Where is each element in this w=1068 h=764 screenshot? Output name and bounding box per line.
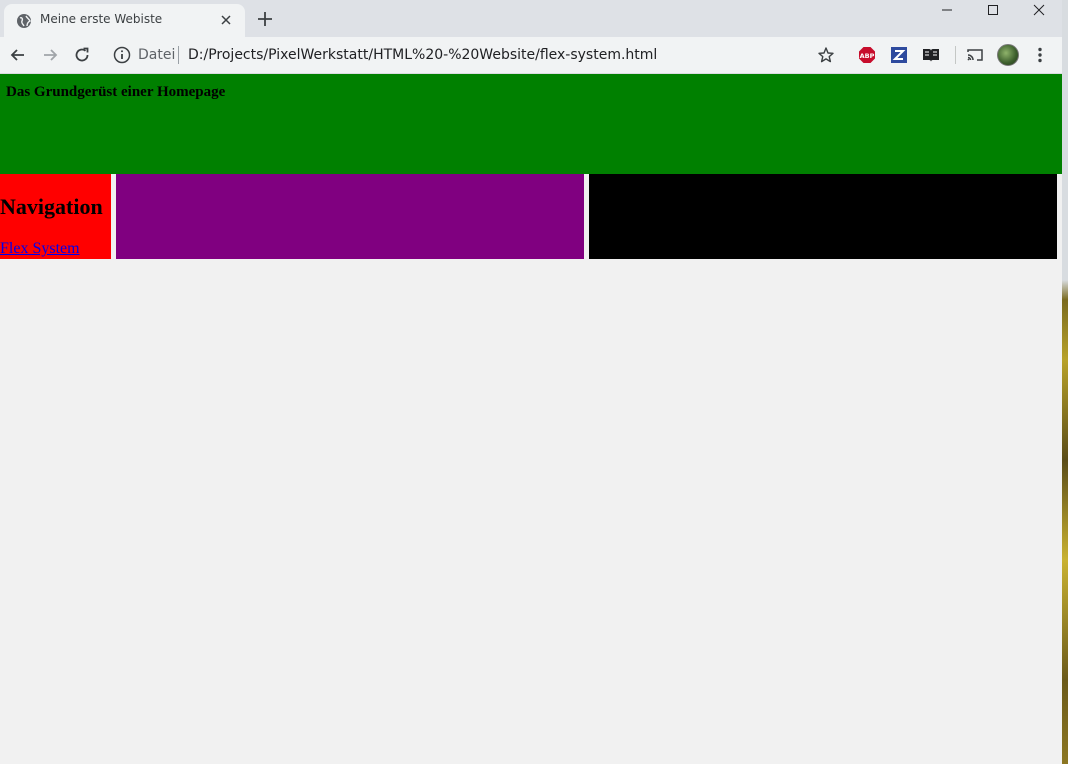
browser-chrome: Meine erste Webiste Datei D:/Projects/Pi…: [0, 0, 1062, 74]
site-info-label[interactable]: Datei: [138, 47, 175, 63]
info-icon[interactable]: [113, 46, 131, 64]
minimize-icon: [942, 9, 952, 11]
adblock-plus-button[interactable]: ABP: [858, 46, 876, 64]
back-button[interactable]: [8, 45, 28, 65]
arrow-right-icon: [44, 49, 58, 61]
maximize-button[interactable]: [970, 0, 1016, 20]
desktop-background-strip: [1062, 0, 1068, 764]
content-box: [116, 174, 584, 259]
star-icon[interactable]: [817, 46, 835, 64]
omnibox-separator: [178, 46, 179, 64]
address-bar[interactable]: D:/Projects/PixelWerkstatt/HTML%20-%20We…: [188, 47, 657, 63]
window-close-button[interactable]: [1016, 0, 1062, 20]
browser-toolbar: Datei D:/Projects/PixelWerkstatt/HTML%20…: [0, 37, 1062, 74]
tab-close-icon[interactable]: [218, 12, 234, 28]
more-menu-icon[interactable]: [1032, 46, 1048, 64]
toolbar-separator: [955, 46, 956, 64]
page-header: Das Grundgerüst einer Homepage: [0, 74, 1062, 174]
tab-strip: Meine erste Webiste: [0, 0, 1062, 37]
reload-button[interactable]: [72, 45, 92, 65]
sidebar-box: [589, 174, 1057, 259]
cast-icon: [967, 49, 983, 61]
new-tab-icon[interactable]: [256, 10, 274, 28]
navigation-heading: Navigation: [0, 194, 103, 219]
flex-system-link[interactable]: Flex System: [0, 240, 80, 258]
maximize-icon: [988, 5, 998, 15]
navigation-box: Navigation Flex System: [0, 174, 111, 259]
page-title: Das Grundgerüst einer Homepage: [6, 84, 226, 100]
profile-avatar[interactable]: [997, 44, 1019, 66]
adblock-plus-icon: ABP: [859, 47, 875, 63]
reader-icon: [923, 49, 939, 62]
page-viewport: Das Grundgerüst einer Homepage Navigatio…: [0, 74, 1062, 764]
reload-icon: [75, 47, 89, 62]
tab-title: Meine erste Webiste: [40, 12, 163, 26]
forward-button[interactable]: [40, 45, 60, 65]
arrow-left-icon: [10, 49, 24, 61]
minimize-button[interactable]: [924, 0, 970, 20]
close-icon: [1033, 4, 1045, 16]
reader-button[interactable]: [922, 46, 940, 64]
browser-tab[interactable]: Meine erste Webiste: [4, 4, 245, 37]
globe-icon: [17, 14, 31, 28]
svg-text:ABP: ABP: [860, 52, 875, 60]
zotero-icon: [891, 47, 907, 63]
cast-button[interactable]: [966, 46, 984, 64]
zotero-button[interactable]: [890, 46, 908, 64]
